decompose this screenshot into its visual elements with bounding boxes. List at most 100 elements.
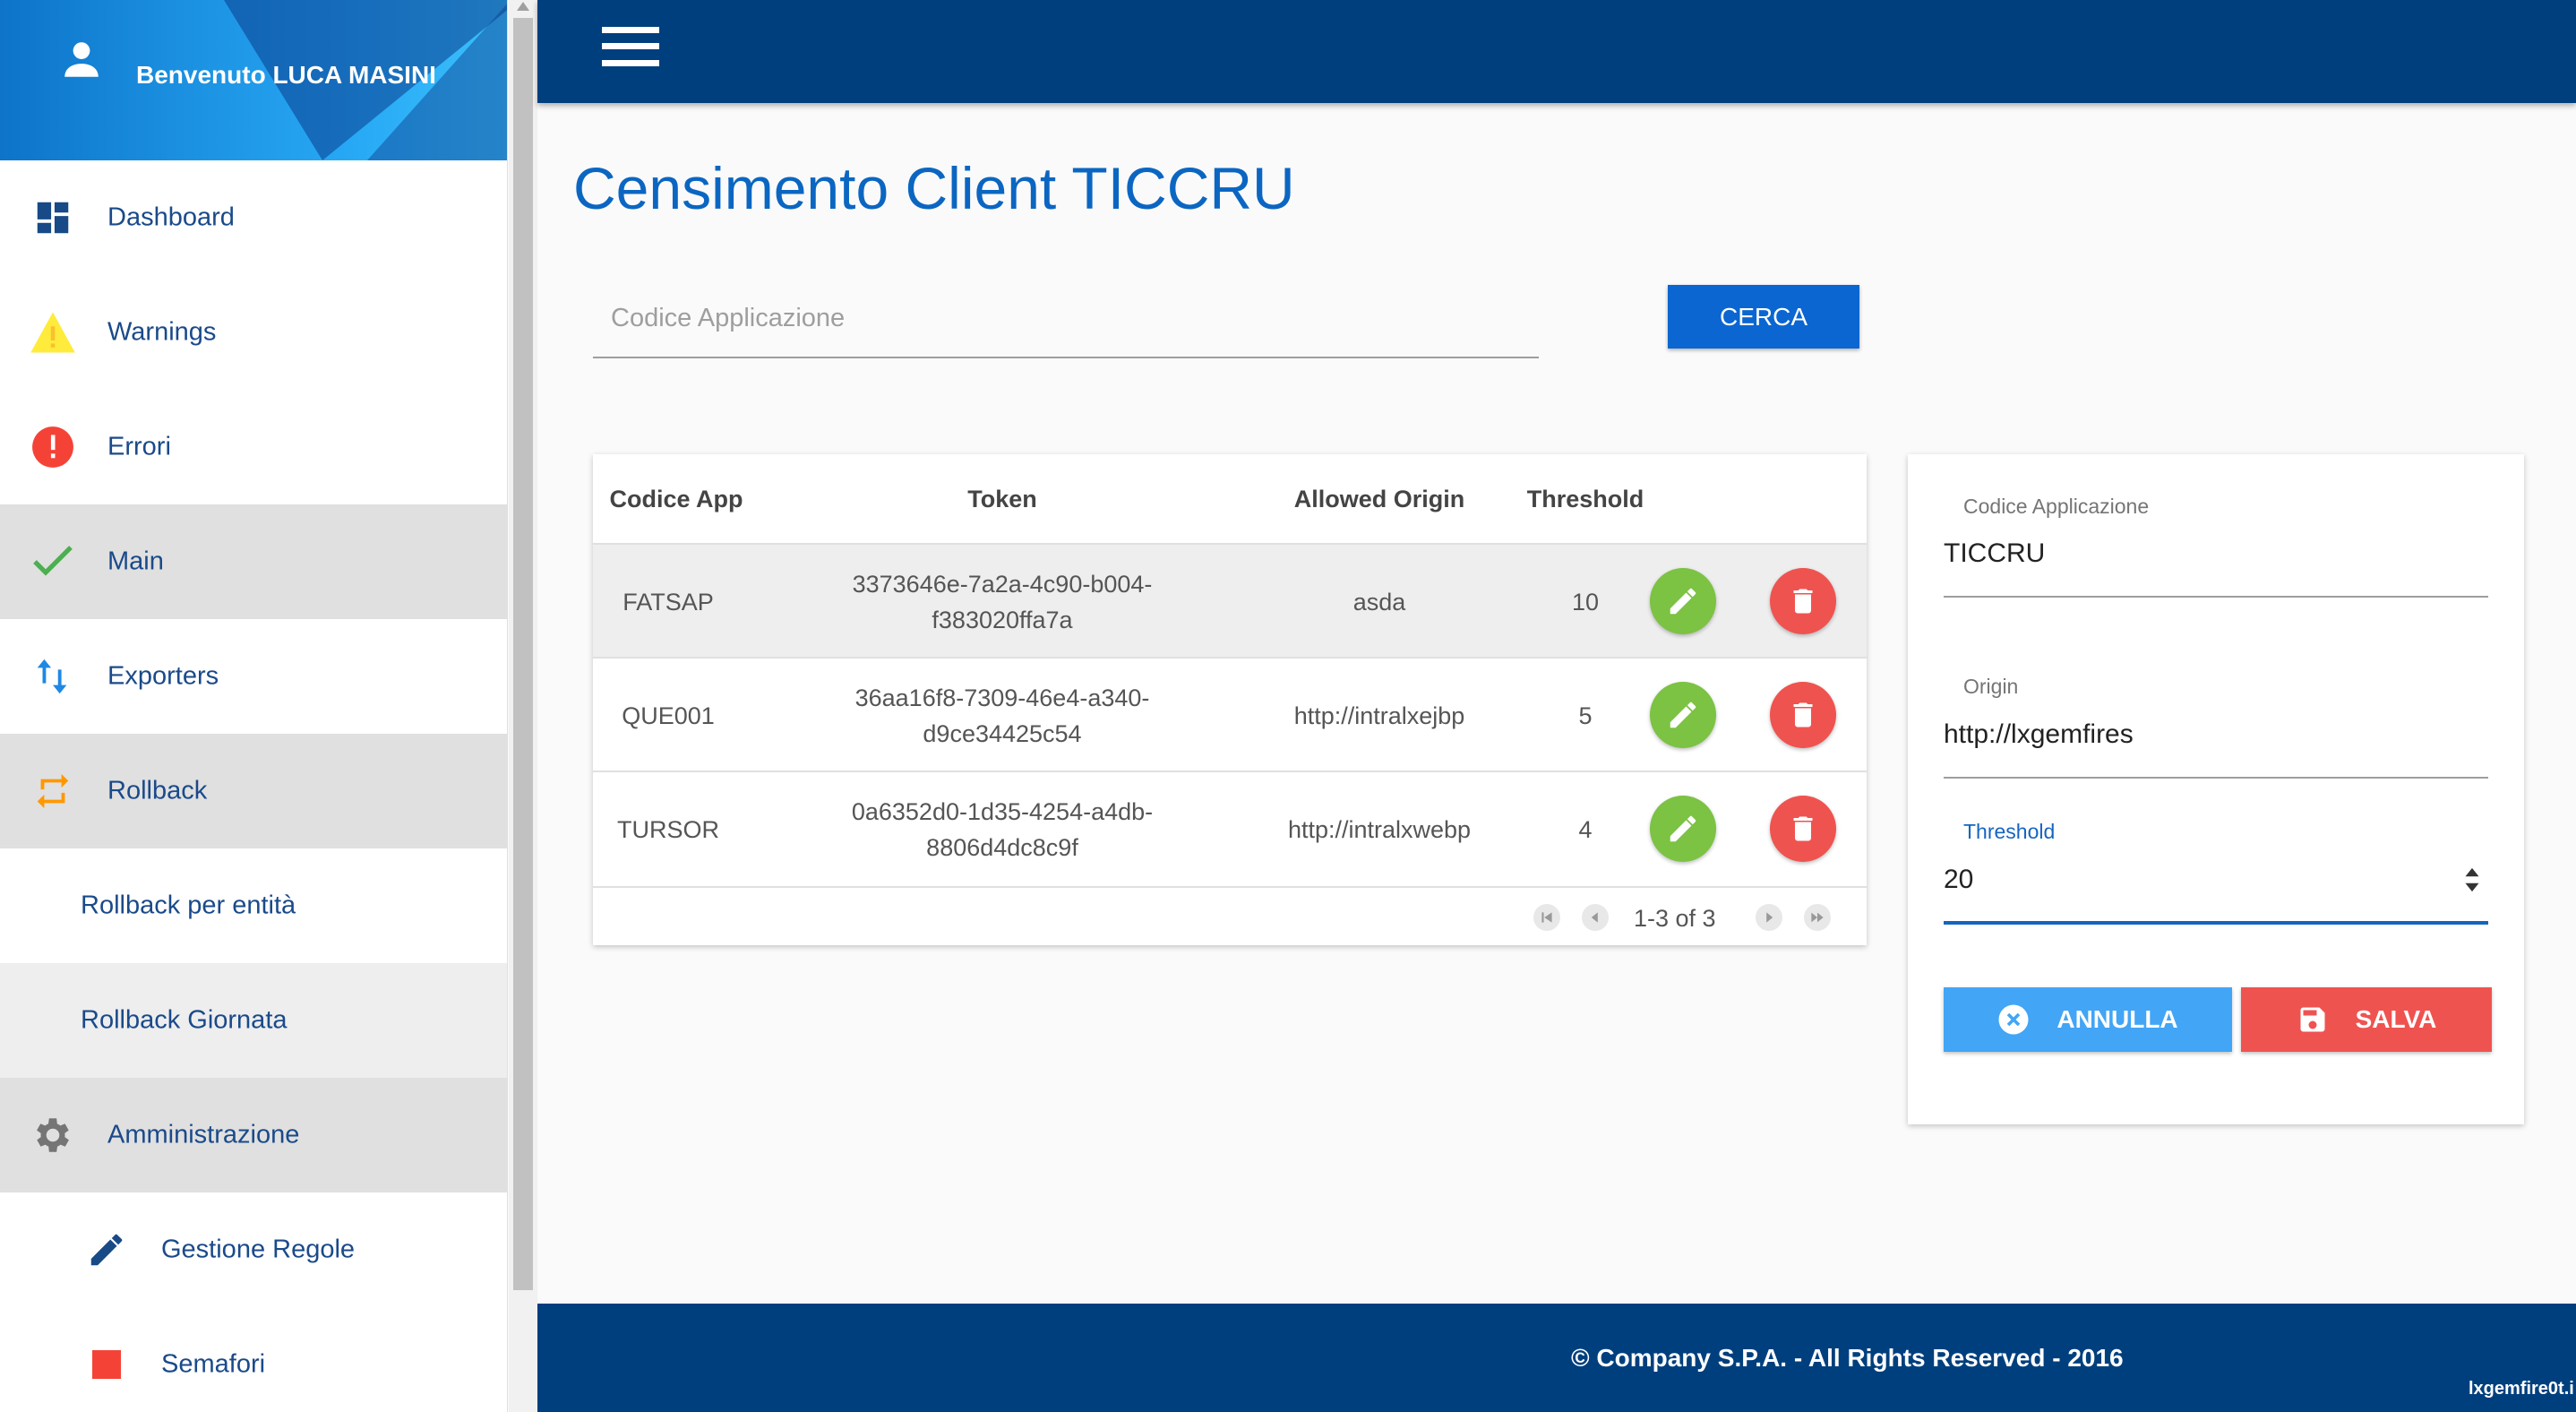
- delete-button[interactable]: [1770, 568, 1836, 634]
- token-line: f383020ffa7a: [932, 606, 1073, 633]
- pencil-icon: [82, 1227, 131, 1272]
- save-icon: [2300, 1007, 2325, 1032]
- cell-code: TURSOR: [617, 815, 719, 843]
- prev-page-icon[interactable]: [1582, 904, 1609, 931]
- pagination: 1-3 of 3: [593, 886, 1867, 945]
- number-spinner-icon[interactable]: [2463, 866, 2481, 893]
- sidebar-item-label: Gestione Regole: [161, 1235, 356, 1264]
- cancel-button-label: ANNULLA: [2057, 1005, 2178, 1033]
- footer: © Company S.P.A. - All Rights Reserved -…: [537, 1304, 2576, 1412]
- pagination-range: 1-3 of 3: [1634, 905, 1716, 932]
- sidebar-item-main[interactable]: Main: [0, 504, 507, 619]
- column-header-origin[interactable]: Allowed Origin: [1254, 454, 1505, 545]
- cell-threshold: 5: [1578, 702, 1593, 729]
- sidebar-item-amministrazione[interactable]: Amministrazione: [0, 1078, 507, 1192]
- clients-table: Codice App Token Allowed Origin Threshol…: [593, 454, 1867, 945]
- cell-threshold: 10: [1571, 588, 1600, 616]
- first-page-icon[interactable]: [1533, 904, 1560, 931]
- top-app-bar: [537, 0, 2576, 103]
- hamburger-menu-icon[interactable]: [602, 27, 659, 66]
- sidebar-item-warnings[interactable]: Warnings: [0, 275, 507, 390]
- column-header-code[interactable]: Codice App: [600, 454, 752, 545]
- origin-field-label: Origin: [1963, 675, 2019, 698]
- pencil-icon: [1670, 588, 1696, 615]
- sidebar-item-exporters[interactable]: Exporters: [0, 619, 507, 734]
- table-row[interactable]: TURSOR 0a6352d0-1d35-4254-a4db- 8806d4dc…: [593, 771, 1867, 884]
- search-input[interactable]: [611, 296, 1507, 340]
- sidebar-scrollbar[interactable]: [509, 0, 537, 1412]
- token-line: 36aa16f8-7309-46e4-a340-: [854, 684, 1150, 711]
- cell-token: 3373646e-7a2a-4c90-b004- f383020ffa7a: [801, 545, 1204, 659]
- sidebar-item-gestione-regole[interactable]: Gestione Regole: [0, 1192, 507, 1307]
- sidebar-item-label: Semafori: [161, 1349, 266, 1379]
- column-header-threshold[interactable]: Threshold: [1498, 454, 1673, 545]
- code-field[interactable]: [1944, 531, 2488, 576]
- cancel-button[interactable]: ANNULLA: [1944, 987, 2232, 1052]
- sidebar-item-label: Errori: [107, 432, 171, 461]
- origin-field-underline: [1944, 777, 2488, 779]
- save-button-label: SALVA: [2355, 1005, 2437, 1033]
- check-icon: [29, 539, 77, 584]
- sidebar-item-label: Rollback Giornata: [81, 1005, 288, 1035]
- dashboard-icon: [29, 195, 77, 240]
- threshold-field-label: Threshold: [1963, 820, 2056, 843]
- last-page-icon[interactable]: [1804, 904, 1831, 931]
- edit-client-form: Codice Applicazione Origin Threshold ANN…: [1908, 454, 2524, 1124]
- cell-origin: asda: [1352, 588, 1406, 616]
- sidebar-item-label: Amministrazione: [107, 1120, 300, 1149]
- sidebar-header: Benvenuto LUCA MASINI: [0, 0, 507, 160]
- threshold-field-underline: [1944, 921, 2488, 925]
- sidebar-item-label: Warnings: [107, 317, 217, 347]
- code-field-label: Codice Applicazione: [1963, 495, 2150, 518]
- pencil-icon: [1670, 815, 1696, 842]
- sidebar-item-label: Main: [107, 547, 164, 576]
- token-line: 8806d4dc8c9f: [926, 833, 1078, 861]
- cell-origin: http://intralxwebp: [1287, 815, 1472, 843]
- cell-code: QUE001: [622, 702, 715, 729]
- cell-origin: http://intralxejbp: [1293, 702, 1465, 729]
- pencil-icon: [1670, 702, 1696, 728]
- code-field-underline: [1944, 596, 2488, 598]
- cell-token: 0a6352d0-1d35-4254-a4db- 8806d4dc8c9f: [801, 772, 1204, 886]
- copyright-text: © Company S.P.A. - All Rights Reserved -…: [1571, 1344, 2124, 1372]
- table-row[interactable]: FATSAP 3373646e-7a2a-4c90-b004- f383020f…: [593, 543, 1867, 657]
- origin-field[interactable]: [1944, 712, 2488, 757]
- user-icon: [64, 42, 99, 77]
- sidebar-item-dashboard[interactable]: Dashboard: [0, 160, 507, 275]
- gear-icon: [29, 1113, 77, 1158]
- save-button[interactable]: SALVA: [2241, 987, 2492, 1052]
- repeat-icon: [29, 769, 77, 814]
- delete-button[interactable]: [1770, 682, 1836, 748]
- welcome-text: Benvenuto LUCA MASINI: [136, 61, 436, 89]
- trash-icon: [1793, 816, 1813, 841]
- delete-button[interactable]: [1770, 796, 1836, 862]
- sidebar-item-semafori[interactable]: Semafori: [0, 1307, 507, 1412]
- sidebar-item-rollback-per-entita[interactable]: Rollback per entità: [0, 848, 507, 963]
- sidebar-item-label: Dashboard: [107, 202, 235, 232]
- sidebar-item-errori[interactable]: Errori: [0, 390, 507, 504]
- cell-code: FATSAP: [623, 588, 714, 616]
- trash-icon: [1793, 702, 1813, 728]
- threshold-field[interactable]: [1944, 857, 2445, 902]
- cell-token: 36aa16f8-7309-46e4-a340- d9ce34425c54: [801, 659, 1204, 772]
- table-row[interactable]: QUE001 36aa16f8-7309-46e4-a340- d9ce3442…: [593, 657, 1867, 771]
- search-button[interactable]: CERCA: [1668, 285, 1859, 349]
- page-title: Censimento Client TICCRU: [573, 155, 1295, 221]
- warning-icon: [29, 310, 77, 355]
- sidebar-item-rollback[interactable]: Rollback: [0, 734, 507, 848]
- cancel-circle-icon: [1998, 1004, 2029, 1035]
- search-field: [593, 287, 1539, 358]
- trash-icon: [1793, 589, 1813, 614]
- edit-button[interactable]: [1650, 568, 1716, 634]
- scroll-up-arrow-icon[interactable]: [517, 2, 529, 11]
- token-line: 3373646e-7a2a-4c90-b004-: [852, 570, 1153, 598]
- host-name-text: lxgemfire0t.i: [2469, 1379, 2574, 1399]
- edit-button[interactable]: [1650, 682, 1716, 748]
- error-icon: [29, 425, 77, 469]
- next-page-icon[interactable]: [1756, 904, 1782, 931]
- cell-threshold: 4: [1578, 815, 1593, 843]
- scrollbar-thumb[interactable]: [513, 18, 533, 1290]
- edit-button[interactable]: [1650, 796, 1716, 862]
- column-header-token[interactable]: Token: [801, 454, 1204, 545]
- sidebar-item-rollback-giornata[interactable]: Rollback Giornata: [0, 963, 507, 1078]
